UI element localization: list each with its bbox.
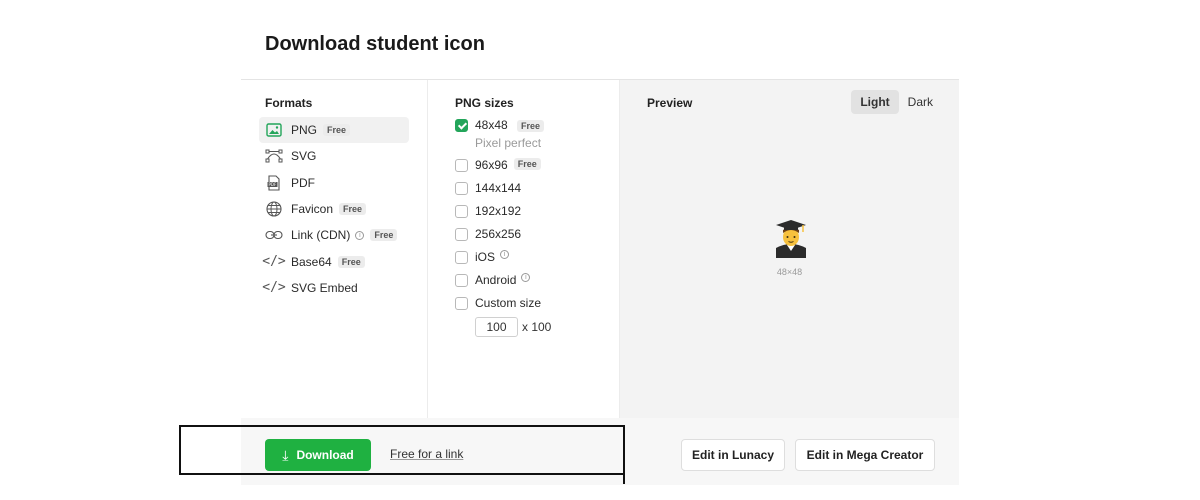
theme-toggle: Light Dark: [851, 90, 942, 114]
free-badge: Free: [517, 120, 545, 132]
preview-heading: Preview: [647, 96, 693, 110]
format-item-svg-embed[interactable]: </> SVG Embed: [259, 275, 409, 301]
sizes-list: 48x48 Free Pixel perfect 96x96 Free 144x…: [455, 118, 615, 337]
checkbox[interactable]: [455, 274, 468, 287]
code-icon: </>: [262, 254, 286, 270]
checkbox[interactable]: [455, 228, 468, 241]
info-icon[interactable]: i: [521, 273, 531, 282]
formats-list: PNG Free SVG PDF PDF Favicon Free Link (…: [259, 117, 409, 301]
info-icon[interactable]: i: [500, 250, 510, 259]
size-option-192[interactable]: 192x192: [455, 204, 615, 218]
format-label: PNG: [291, 123, 318, 138]
format-label: SVG: [291, 149, 317, 164]
size-label: 256x256: [475, 227, 522, 241]
page-title: Download student icon: [265, 33, 485, 55]
size-option-144[interactable]: 144x144: [455, 181, 615, 195]
size-label: Android: [475, 273, 517, 287]
link-icon: [265, 226, 283, 244]
format-item-png[interactable]: PNG Free: [259, 117, 409, 144]
format-label: Favicon: [291, 202, 334, 217]
checkbox[interactable]: [455, 182, 468, 195]
size-label: 96x96: [475, 158, 508, 172]
dark-toggle-button[interactable]: Dark: [899, 90, 942, 114]
code-icon: </>: [262, 280, 286, 296]
free-badge: Free: [339, 203, 367, 216]
highlight-box: [179, 425, 625, 475]
size-label: 48x48: [475, 118, 508, 132]
format-label: Link (CDN): [291, 228, 351, 243]
size-option-text: 48x48 Free Pixel perfect: [475, 118, 545, 150]
size-option-ios[interactable]: iOS i: [455, 250, 615, 264]
preview-column: Preview Light Dark 48×48: [620, 80, 959, 418]
globe-icon: [265, 200, 283, 218]
checkbox[interactable]: [455, 251, 468, 264]
format-item-svg[interactable]: SVG: [259, 143, 409, 169]
edit-in-mega-creator-button[interactable]: Edit in Mega Creator: [795, 439, 935, 471]
format-label: Base64: [291, 254, 332, 269]
size-option-custom[interactable]: Custom size: [455, 296, 615, 310]
light-toggle-button[interactable]: Light: [851, 90, 899, 114]
checkbox[interactable]: [455, 119, 468, 132]
custom-size-row: 100 x 100: [475, 317, 615, 337]
preview-size-caption: 48×48: [776, 267, 803, 277]
pdf-icon: PDF: [265, 174, 283, 192]
image-icon: [265, 121, 283, 139]
size-option-256[interactable]: 256x256: [455, 227, 615, 241]
size-label: Custom size: [475, 296, 542, 310]
format-item-base64[interactable]: </> Base64 Free: [259, 248, 409, 274]
free-badge: Free: [370, 229, 398, 242]
checkbox[interactable]: [455, 159, 468, 172]
highlight-box-tail: [623, 474, 625, 484]
sizes-heading: PNG sizes: [455, 96, 514, 110]
checkbox[interactable]: [455, 297, 468, 310]
checkbox[interactable]: [455, 205, 468, 218]
custom-height-label: x 100: [522, 320, 552, 334]
free-badge: Free: [323, 124, 351, 137]
size-label: 192x192: [475, 204, 522, 218]
formats-heading: Formats: [265, 96, 313, 110]
format-item-link-cdn[interactable]: Link (CDN) i Free: [259, 222, 409, 248]
svg-text:PDF: PDF: [269, 182, 277, 187]
format-item-pdf[interactable]: PDF PDF: [259, 170, 409, 196]
sizes-column: PNG sizes 48x48 Free Pixel perfect 96x96…: [428, 80, 620, 418]
size-option-48[interactable]: 48x48 Free Pixel perfect: [455, 118, 615, 150]
free-badge: Free: [513, 158, 541, 170]
edit-in-lunacy-button[interactable]: Edit in Lunacy: [681, 439, 785, 471]
formats-column: Formats PNG Free SVG PDF PDF Favicon Fre…: [241, 80, 428, 418]
size-label: iOS: [475, 250, 496, 264]
size-label: 144x144: [475, 181, 522, 195]
format-item-favicon[interactable]: Favicon Free: [259, 196, 409, 222]
format-label: PDF: [291, 175, 315, 190]
size-sublabel: Pixel perfect: [475, 136, 542, 150]
size-option-android[interactable]: Android i: [455, 273, 615, 287]
free-badge: Free: [337, 255, 365, 268]
format-label: SVG Embed: [291, 280, 358, 295]
size-option-96[interactable]: 96x96 Free: [455, 158, 615, 172]
vector-icon: [265, 147, 283, 165]
custom-width-input[interactable]: 100: [475, 317, 518, 337]
student-emoji-icon: [773, 218, 809, 258]
download-panel: Formats PNG Free SVG PDF PDF Favicon Fre…: [241, 79, 959, 485]
info-icon[interactable]: i: [355, 230, 365, 240]
